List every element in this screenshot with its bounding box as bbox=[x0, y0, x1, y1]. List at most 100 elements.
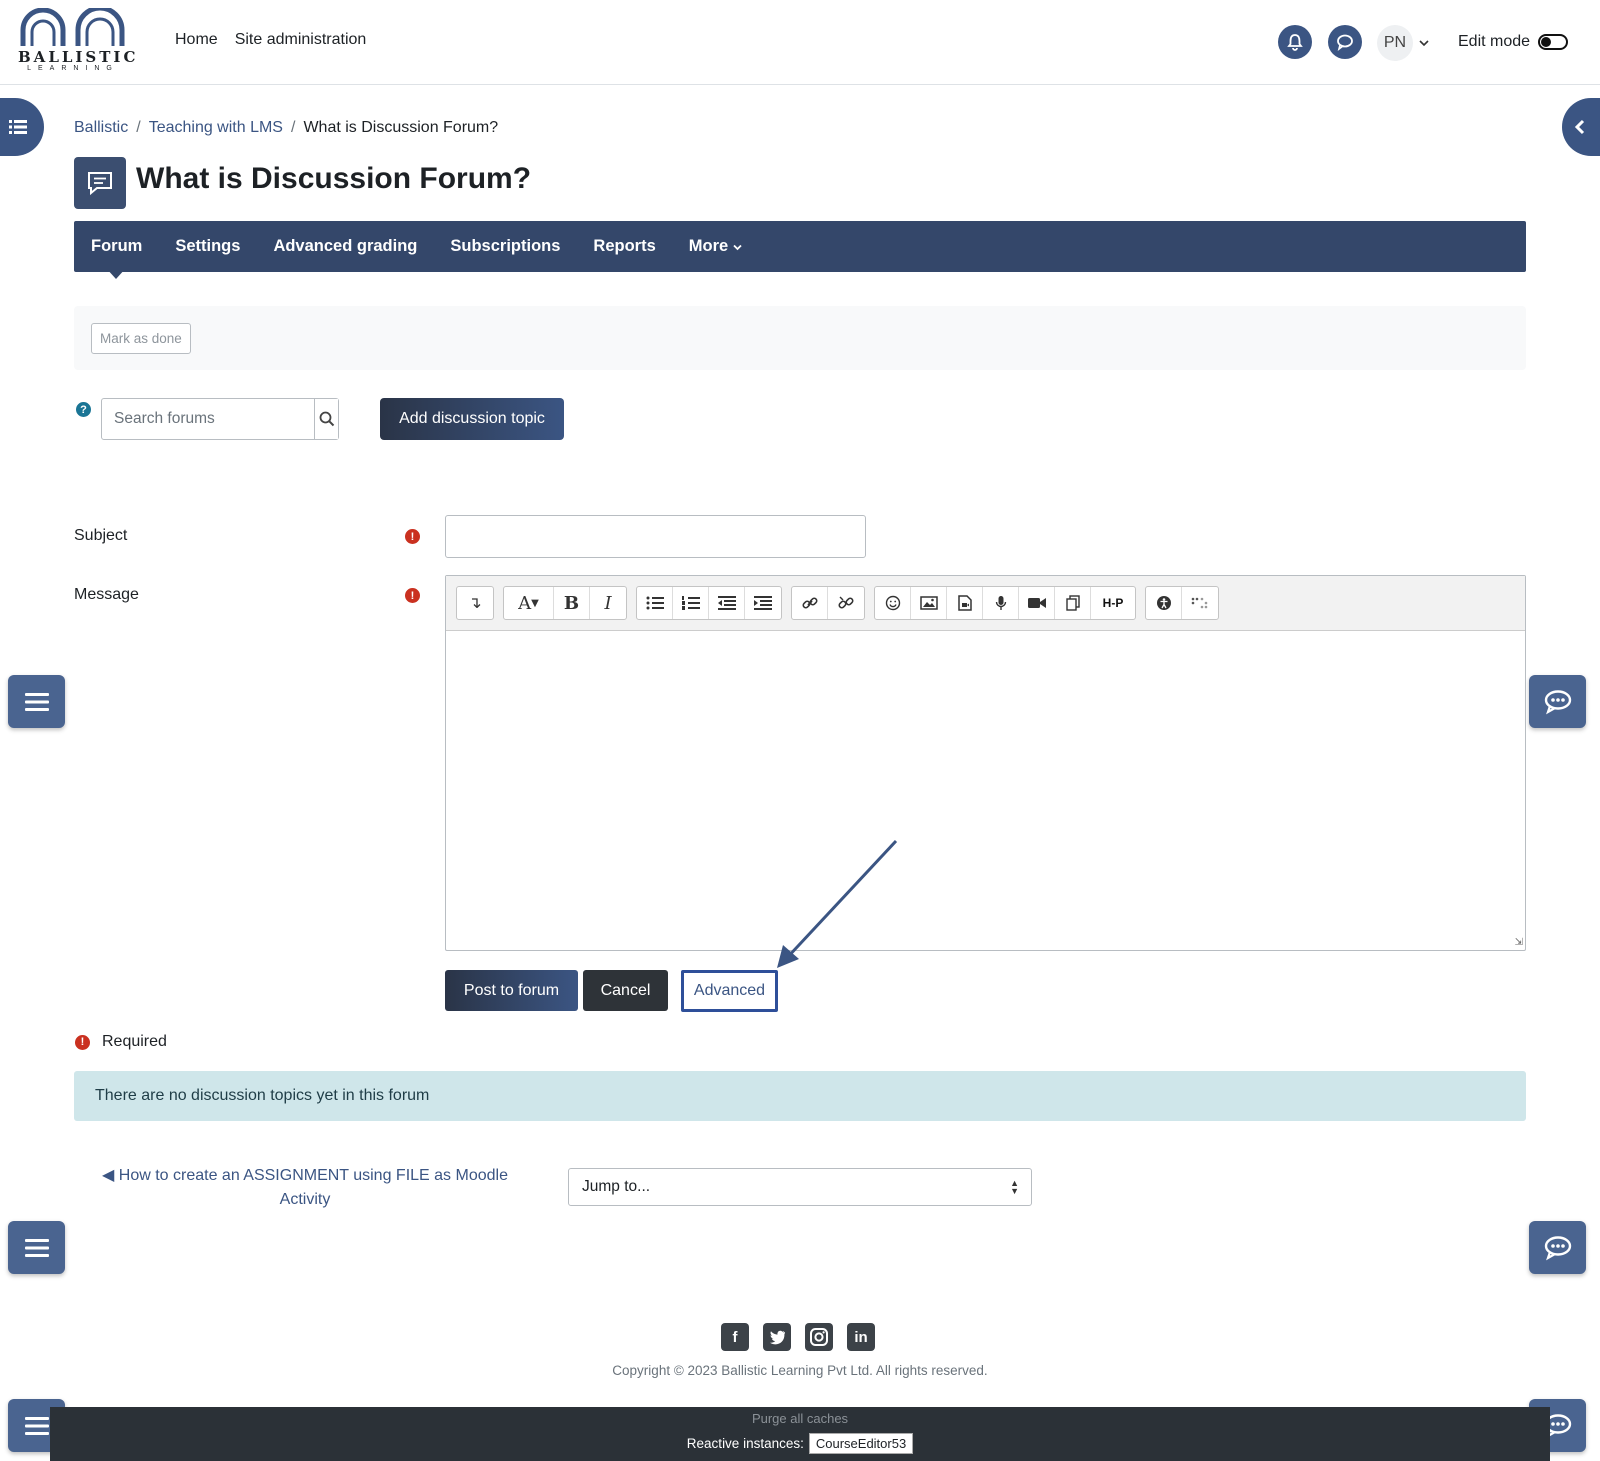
breadcrumb-separator: / bbox=[136, 119, 141, 136]
hamburger-icon bbox=[24, 692, 49, 711]
edit-mode-control: Edit mode bbox=[1458, 33, 1569, 51]
message-bubble-icon bbox=[1337, 34, 1353, 51]
subject-label: Subject bbox=[74, 527, 128, 544]
indent-icon[interactable] bbox=[745, 587, 781, 619]
screenreader-helper-icon[interactable] bbox=[1182, 587, 1218, 619]
emoji-icon[interactable] bbox=[875, 587, 911, 619]
search-icon bbox=[319, 411, 334, 427]
post-to-forum-button[interactable]: Post to forum bbox=[445, 970, 578, 1011]
reactive-instances: Reactive instances: CourseEditor53 bbox=[50, 1433, 1550, 1454]
floating-chat-button[interactable] bbox=[1529, 1221, 1586, 1274]
logo-text: BALLISTIC bbox=[18, 48, 139, 66]
hamburger-icon bbox=[24, 1238, 49, 1257]
floating-menu-button[interactable] bbox=[8, 1221, 65, 1274]
course-index-drawer-toggle[interactable] bbox=[0, 98, 44, 156]
manage-files-icon[interactable] bbox=[1055, 587, 1091, 619]
social-links: f in bbox=[721, 1323, 875, 1351]
record-video-icon[interactable] bbox=[1019, 587, 1055, 619]
twitter-icon[interactable] bbox=[763, 1323, 791, 1351]
user-menu[interactable]: PN bbox=[1377, 25, 1429, 61]
avatar: PN bbox=[1377, 25, 1413, 61]
h5p-icon[interactable]: H-P bbox=[1091, 587, 1135, 619]
page-title: What is Discussion Forum? bbox=[136, 162, 532, 195]
add-discussion-topic-button[interactable]: Add discussion topic bbox=[380, 398, 564, 440]
mark-as-done-button[interactable]: Mark as done bbox=[91, 323, 191, 354]
message-label: Message bbox=[74, 586, 139, 603]
editor-toolbar: ↴ A ▼ B I H-P bbox=[446, 576, 1525, 631]
breadcrumb-link[interactable]: Teaching with LMS bbox=[149, 119, 283, 137]
media-icon[interactable] bbox=[947, 587, 983, 619]
notifications-button[interactable] bbox=[1278, 25, 1312, 59]
select-arrows-icon: ▲ ▼ bbox=[1010, 1178, 1019, 1196]
footer-bar: Purge all caches Reactive instances: Cou… bbox=[50, 1407, 1550, 1461]
tab-more-label: More bbox=[688, 237, 729, 255]
tab-advanced-grading[interactable]: Advanced grading bbox=[273, 237, 417, 256]
messages-button[interactable] bbox=[1328, 25, 1362, 59]
hamburger-icon bbox=[24, 1416, 49, 1435]
required-icon: ! bbox=[405, 529, 420, 544]
chevron-down-icon bbox=[1419, 40, 1429, 47]
link-icon[interactable] bbox=[792, 587, 828, 619]
tab-more[interactable]: More bbox=[689, 237, 742, 256]
collapse-icon[interactable]: ↴ bbox=[457, 587, 493, 619]
resize-handle-icon[interactable]: ⇲ bbox=[1515, 937, 1523, 948]
record-audio-icon[interactable] bbox=[983, 587, 1019, 619]
edit-mode-toggle[interactable] bbox=[1538, 34, 1569, 50]
chevron-left-icon bbox=[1574, 119, 1585, 135]
required-icon: ! bbox=[75, 1034, 90, 1050]
nav-home-link[interactable]: Home bbox=[175, 31, 218, 49]
facebook-icon[interactable]: f bbox=[721, 1323, 749, 1351]
jump-to-value: Jump to... bbox=[582, 1178, 651, 1195]
forum-icon bbox=[88, 172, 112, 196]
advanced-button[interactable]: Advanced bbox=[681, 970, 778, 1012]
chat-icon bbox=[1544, 689, 1571, 714]
breadcrumb-link[interactable]: Ballistic bbox=[74, 119, 128, 137]
required-label: Required bbox=[102, 1033, 167, 1050]
nav-site-admin-link[interactable]: Site administration bbox=[235, 31, 367, 49]
cancel-button[interactable]: Cancel bbox=[583, 970, 668, 1011]
linkedin-icon[interactable]: in bbox=[847, 1323, 875, 1351]
reactive-instance-select[interactable]: CourseEditor53 bbox=[808, 1433, 914, 1454]
floating-menu-button[interactable] bbox=[8, 675, 65, 728]
italic-icon[interactable]: I bbox=[590, 587, 626, 619]
tab-settings[interactable]: Settings bbox=[175, 237, 240, 256]
subject-field[interactable] bbox=[445, 515, 866, 558]
site-logo[interactable]: BALLISTIC LEARNING bbox=[18, 5, 139, 76]
bell-icon bbox=[1287, 34, 1303, 51]
toolbar-group: A ▼ B I bbox=[503, 586, 627, 620]
previous-activity-link[interactable]: ◀ How to create an ASSIGNMENT using FILE… bbox=[100, 1164, 510, 1212]
list-icon bbox=[9, 120, 27, 134]
font-size-icon[interactable]: A ▼ bbox=[504, 587, 554, 619]
tab-subscriptions[interactable]: Subscriptions bbox=[450, 237, 560, 256]
search-input[interactable] bbox=[102, 399, 314, 439]
toolbar-group: ↴ bbox=[456, 586, 494, 620]
bold-icon[interactable]: B bbox=[554, 587, 590, 619]
unordered-list-icon[interactable] bbox=[637, 587, 673, 619]
instagram-icon[interactable] bbox=[805, 1323, 833, 1351]
toolbar-group bbox=[1145, 586, 1219, 620]
edit-mode-label: Edit mode bbox=[1458, 33, 1531, 50]
search-button[interactable] bbox=[314, 399, 338, 439]
tab-reports[interactable]: Reports bbox=[593, 237, 655, 256]
toolbar-group: H-P bbox=[874, 586, 1136, 620]
toolbar-group bbox=[791, 586, 865, 620]
activity-header: Mark as done bbox=[74, 306, 1526, 370]
block-drawer-toggle[interactable] bbox=[1562, 98, 1600, 156]
purge-caches-link[interactable]: Purge all caches bbox=[50, 1411, 1550, 1426]
unlink-icon[interactable] bbox=[828, 587, 864, 619]
image-icon[interactable] bbox=[911, 587, 947, 619]
font-size-glyph: A bbox=[518, 592, 532, 614]
required-icon: ! bbox=[405, 588, 420, 603]
ordered-list-icon[interactable] bbox=[673, 587, 709, 619]
tab-forum[interactable]: Forum bbox=[91, 237, 142, 279]
annotation-arrow-icon bbox=[777, 839, 898, 968]
floating-chat-button[interactable] bbox=[1529, 675, 1586, 728]
reactive-label: Reactive instances: bbox=[686, 1436, 804, 1451]
accessibility-checker-icon[interactable] bbox=[1146, 587, 1182, 619]
copyright-text: Copyright © 2023 Ballistic Learning Pvt … bbox=[612, 1363, 988, 1378]
no-topics-alert: There are no discussion topics yet in th… bbox=[74, 1071, 1526, 1121]
help-icon[interactable]: ? bbox=[76, 402, 91, 417]
outdent-icon[interactable] bbox=[709, 587, 745, 619]
message-editor-area[interactable]: ⇲ bbox=[446, 631, 1525, 950]
jump-to-select[interactable]: Jump to... ▲ ▼ bbox=[568, 1168, 1032, 1206]
